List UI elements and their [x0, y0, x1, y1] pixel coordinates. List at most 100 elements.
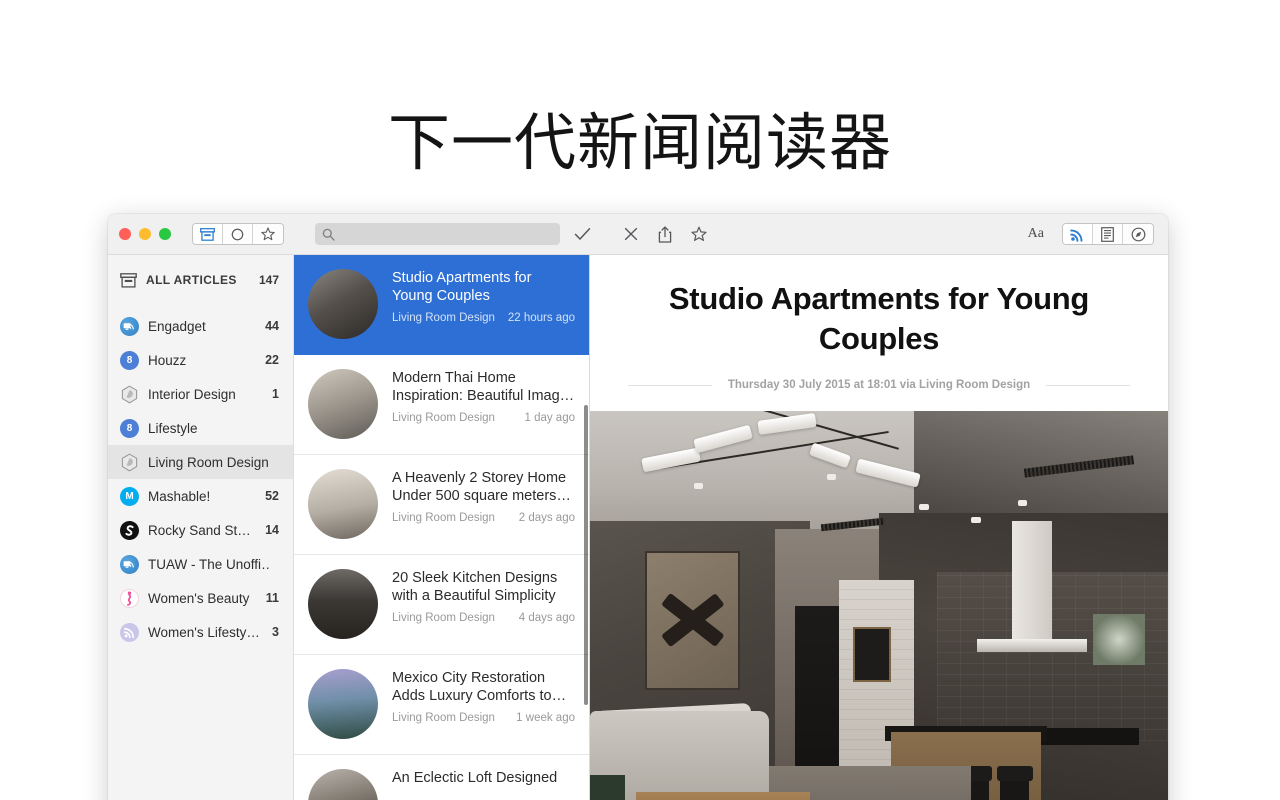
view-mode-segmented-control[interactable]: [1062, 223, 1154, 245]
safari-compass-icon: [1131, 227, 1146, 242]
article-time: 4 days ago: [518, 612, 575, 624]
search-field[interactable]: [315, 223, 560, 245]
view-mode-reader-button[interactable]: [1093, 224, 1123, 244]
article-dateline-row: Thursday 30 July 2015 at 18:01 via Livin…: [628, 379, 1130, 391]
minimize-window-button[interactable]: [139, 228, 151, 240]
article-thumbnail: [308, 569, 378, 639]
houzz-favicon: 8: [120, 418, 139, 438]
article-title: Studio Apartments for Young Couples: [392, 270, 532, 304]
sidebar-item-houzz[interactable]: 8 Houzz 22: [108, 343, 293, 377]
article-feed: Living Room Design: [392, 412, 495, 424]
article-detail-title: Studio Apartments for Young Couples: [668, 281, 1090, 356]
sidebar-item-engadget[interactable]: Engadget 44: [108, 309, 293, 343]
article-feed: Living Room Design: [392, 312, 495, 324]
sidebar-item-rocky-sand[interactable]: Rocky Sand St… 14: [108, 513, 293, 547]
sidebar-item-womens-lifestyle[interactable]: Women's Lifesty… 3: [108, 615, 293, 649]
filter-unread-button[interactable]: [223, 224, 253, 244]
article-thumbnail: [308, 469, 378, 539]
rss-icon: [1070, 227, 1085, 242]
feed-count: 1: [272, 387, 279, 401]
star-icon: [691, 226, 707, 242]
feed-label: Interior Design: [148, 386, 236, 402]
close-icon: [624, 227, 638, 241]
sidebar-item-lifestyle[interactable]: 8 Lifestyle: [108, 411, 293, 445]
inbox-icon: [120, 272, 137, 288]
list-item[interactable]: Studio Apartments for Young Couples Livi…: [294, 255, 589, 355]
article-detail-header: Studio Apartments for Young Couples Thur…: [590, 255, 1168, 391]
mark-all-read-button[interactable]: [570, 222, 594, 246]
rss-favicon: [120, 622, 139, 642]
article-feed: Living Room Design: [392, 512, 495, 524]
article-thumbnail: [308, 269, 378, 339]
feed-label: Living Room Design: [148, 454, 269, 470]
inbox-icon: [200, 227, 215, 241]
page-headline: 下一代新闻阅读器: [387, 106, 892, 179]
sidebar-item-all-articles[interactable]: ALL ARTICLES 147: [108, 265, 293, 295]
divider-left: [628, 384, 712, 386]
view-mode-browser-button[interactable]: [1123, 224, 1153, 244]
filter-starred-button[interactable]: [253, 224, 283, 244]
view-mode-rss-button[interactable]: [1063, 224, 1093, 244]
app-window: Aa ALL ARTICLES 147 Engadget 44 8 Houzz …: [108, 214, 1168, 800]
article-list[interactable]: Studio Apartments for Young Couples Livi…: [294, 255, 590, 800]
share-article-button[interactable]: [648, 221, 682, 247]
sidebar-item-living-room-design[interactable]: Living Room Design: [108, 445, 293, 479]
article-title: An Eclectic Loft Designed: [392, 770, 558, 786]
hexagon-favicon: [120, 385, 139, 404]
filter-all-button[interactable]: [193, 224, 223, 244]
filter-segmented-control[interactable]: [192, 223, 284, 245]
article-thumbnail: [308, 769, 378, 800]
star-icon: [261, 227, 275, 241]
list-item-text: 20 Sleek Kitchen Designs with a Beautifu…: [392, 567, 575, 624]
article-title: Mexico City Restoration Adds Luxury Comf…: [392, 670, 567, 704]
feed-count: 3: [272, 625, 279, 639]
article-feed: Living Room Design: [392, 712, 495, 724]
article-title: 20 Sleek Kitchen Designs with a Beautifu…: [392, 570, 558, 604]
article-list-scrollbar[interactable]: [584, 405, 588, 705]
article-hero-image: [590, 411, 1168, 800]
star-article-button[interactable]: [682, 221, 716, 247]
close-article-button[interactable]: [614, 221, 648, 247]
list-item[interactable]: An Eclectic Loft Designed: [294, 755, 589, 800]
list-item-text: Studio Apartments for Young Couples Livi…: [392, 267, 575, 324]
unread-circle-icon: [231, 228, 244, 241]
close-window-button[interactable]: [119, 228, 131, 240]
traffic-lights[interactable]: [119, 228, 171, 240]
article-meta: Living Room Design 1 week ago: [392, 712, 575, 724]
feed-label: Rocky Sand St…: [148, 522, 251, 538]
hexagon-favicon: [120, 453, 139, 472]
reader-view-icon: [1101, 226, 1114, 242]
sidebar-item-mashable[interactable]: M Mashable! 52: [108, 479, 293, 513]
sidebar-item-tuaw[interactable]: TUAW - The Unoffi…: [108, 547, 293, 581]
sidebar-item-womens-beauty[interactable]: Women's Beauty 11: [108, 581, 293, 615]
rockysand-favicon: [120, 520, 139, 540]
article-feed: Living Room Design: [392, 612, 495, 624]
list-item[interactable]: A Heavenly 2 Storey Home Under 500 squar…: [294, 455, 589, 555]
feeds-sidebar: ALL ARTICLES 147 Engadget 44 8 Houzz 22 …: [108, 255, 294, 800]
article-meta: Living Room Design 2 days ago: [392, 512, 575, 524]
list-item[interactable]: Mexico City Restoration Adds Luxury Comf…: [294, 655, 589, 755]
font-size-button[interactable]: Aa: [1020, 226, 1052, 242]
article-thumbnail: [308, 369, 378, 439]
sidebar-item-interior-design[interactable]: Interior Design 1: [108, 377, 293, 411]
article-dateline: Thursday 30 July 2015 at 18:01 via Livin…: [727, 379, 1031, 391]
feed-count: 14: [265, 523, 279, 537]
search-icon: [322, 228, 335, 241]
divider-right: [1046, 384, 1130, 386]
article-meta: Living Room Design 1 day ago: [392, 412, 575, 424]
feed-count: 44: [265, 319, 279, 333]
checkmark-icon: [574, 227, 591, 241]
article-time: 1 week ago: [516, 712, 575, 724]
zoom-window-button[interactable]: [159, 228, 171, 240]
article-detail-pane: Studio Apartments for Young Couples Thur…: [590, 255, 1168, 800]
feed-label: Women's Beauty: [148, 590, 250, 606]
list-item[interactable]: 20 Sleek Kitchen Designs with a Beautifu…: [294, 555, 589, 655]
tuaw-favicon: [120, 554, 139, 574]
feed-label: Lifestyle: [148, 420, 198, 436]
article-title: A Heavenly 2 Storey Home Under 500 squar…: [392, 470, 571, 504]
window-toolbar: Aa: [108, 214, 1168, 255]
search-input[interactable]: [340, 227, 553, 241]
beauty-favicon: [120, 588, 139, 608]
list-item[interactable]: Modern Thai Home Inspiration: Beautiful …: [294, 355, 589, 455]
feed-label: Houzz: [148, 352, 187, 368]
